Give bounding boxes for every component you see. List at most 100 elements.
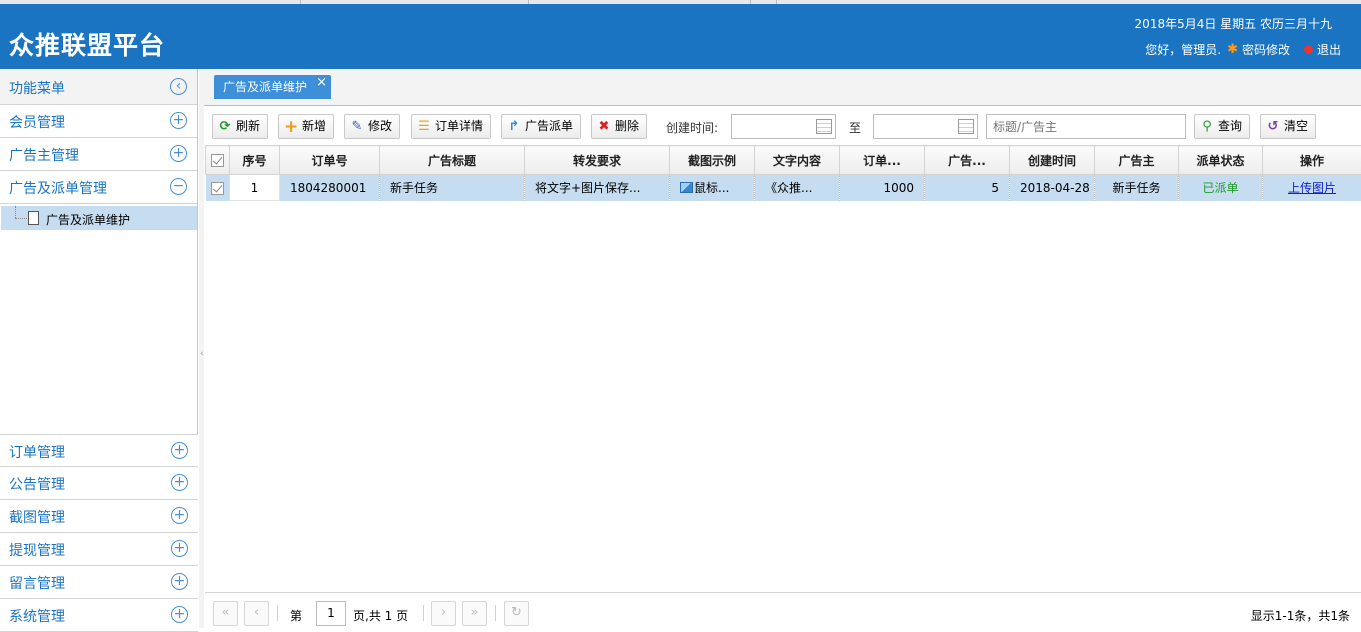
expand-icon[interactable]: + [170,112,187,129]
edit-button[interactable]: ✎ 修改 [344,114,400,139]
sidebar-item-label: 提现管理 [9,540,65,560]
add-button[interactable]: + 新增 [278,114,334,139]
sidebar-item-ads-dispatch[interactable]: 广告及派单管理 − [0,171,197,204]
app-title: 众推联盟平台 [9,26,165,62]
sidebar-item-label: 公告管理 [9,474,65,494]
pager-divider [423,605,424,621]
sidebar-item-label: 系统管理 [9,606,65,626]
cell-ad-title: 新手任务 [380,175,525,201]
expand-icon[interactable]: + [171,507,188,524]
calendar-icon[interactable] [816,119,832,134]
undo-icon: ↺ [1266,120,1280,134]
sidebar-item-label: 广告主管理 [9,145,79,165]
change-password-link[interactable]: 密码修改 [1242,41,1290,58]
edit-icon: ✎ [350,120,364,134]
select-all-checkbox[interactable] [206,146,230,175]
expand-icon[interactable]: + [171,573,188,590]
sidebar-lower-menu: 订单管理 + 公告管理 + 截图管理 + 提现管理 + 留言管理 + 系统管理 … [0,434,198,632]
sidebar-item-system[interactable]: 系统管理 + [0,599,198,632]
pagination-bar: « ‹ 第 1 页,共 1 页 › » ↻ 显示1-1条，共1条 [205,592,1361,628]
image-icon [680,182,693,193]
column-header[interactable]: 创建时间 [1010,146,1095,175]
column-header[interactable]: 操作 [1263,146,1361,175]
sidebar-item-withdrawals[interactable]: 提现管理 + [0,533,198,566]
close-icon[interactable]: × [316,71,327,95]
table-row[interactable]: 1 1804280001 新手任务 将文字+图片保存... 鼠标... 《众推.… [206,175,1361,201]
sidebar-subitem-label: 广告及派单维护 [46,211,130,228]
sidebar-item-label: 订单管理 [9,442,65,462]
column-header[interactable]: 广告标题 [380,146,525,175]
sidebar-header: 功能菜单 ‹ [0,69,197,105]
expand-icon[interactable]: + [170,145,187,162]
plus-icon: + [284,120,298,134]
logout-link[interactable]: 退出 [1317,41,1341,58]
sidebar-item-advertisers[interactable]: 广告主管理 + [0,138,197,171]
edit-label: 修改 [368,115,392,138]
tab-ads-maintenance[interactable]: 广告及派单维护 × [214,75,331,99]
date-to-input[interactable] [873,114,978,139]
created-time-label: 创建时间: [666,119,718,136]
collapse-icon[interactable]: − [170,178,187,195]
sidebar-item-label: 截图管理 [9,507,65,527]
cell-order-count: 1000 [840,175,925,201]
search-input[interactable] [986,114,1186,139]
row-index: 1 [230,175,280,201]
greeting-text: 您好，管理员. [1145,41,1221,58]
cell-action: 上传图片 [1263,175,1361,201]
column-header[interactable]: 订单号 [280,146,380,175]
row-checkbox[interactable] [206,175,230,201]
layout-splitter[interactable]: ‹ [199,69,204,628]
checkbox-icon [211,182,224,195]
upload-image-link[interactable]: 上传图片 [1288,181,1336,195]
sidebar-title: 功能菜单 [9,78,65,98]
gear-icon: ✱ [1227,42,1238,57]
date-from-input[interactable] [731,114,836,139]
column-header[interactable]: 截图示例 [670,146,755,175]
page-number-input[interactable]: 1 [316,601,346,626]
add-label: 新增 [302,115,326,138]
query-button[interactable]: ⚲ 查询 [1194,114,1250,139]
collapse-sidebar-icon[interactable]: ‹ [170,78,187,95]
delete-icon: ✖ [597,120,611,134]
dispatch-button[interactable]: ↱ 广告派单 [501,114,581,139]
order-detail-button[interactable]: ☰ 订单详情 [411,114,491,139]
column-header[interactable]: 序号 [230,146,280,175]
logout-icon [1304,45,1313,54]
reload-icon[interactable]: ↻ [504,601,529,626]
sidebar-subitem-ads-maintenance[interactable]: 广告及派单维护 [1,206,197,230]
cell-screenshot-text: 鼠标... [694,181,729,195]
sidebar-item-announcements[interactable]: 公告管理 + [0,467,198,500]
expand-icon[interactable]: + [171,606,188,623]
sidebar-item-orders[interactable]: 订单管理 + [0,434,198,467]
user-bar: 您好，管理员. ✱ 密码修改 退出 [1145,41,1341,58]
search-icon: ⚲ [1200,120,1214,134]
dispatch-label: 广告派单 [525,115,573,138]
refresh-button[interactable]: ⟳ 刷新 [212,114,268,139]
expand-icon[interactable]: + [171,474,188,491]
clear-button[interactable]: ↺ 清空 [1260,114,1316,139]
expand-icon[interactable]: + [171,442,188,459]
pager-divider [495,605,496,621]
column-header[interactable]: 广告主 [1095,146,1179,175]
calendar-icon[interactable] [958,119,974,134]
last-page-icon[interactable]: » [462,601,487,626]
table-header-row: 序号 订单号 广告标题 转发要求 截图示例 文字内容 订单... 广告... 创… [206,146,1361,175]
next-page-icon[interactable]: › [431,601,456,626]
column-header[interactable]: 广告... [925,146,1010,175]
expand-icon[interactable]: + [171,540,188,557]
column-header[interactable]: 订单... [840,146,925,175]
column-header[interactable]: 派单状态 [1179,146,1263,175]
delete-button[interactable]: ✖ 删除 [591,114,647,139]
sidebar-item-messages[interactable]: 留言管理 + [0,566,198,599]
first-page-icon[interactable]: « [213,601,238,626]
refresh-label: 刷新 [236,115,260,138]
column-header[interactable]: 文字内容 [755,146,840,175]
delete-label: 删除 [615,115,639,138]
sidebar-item-members[interactable]: 会员管理 + [0,105,197,138]
tab-bar: 广告及派单维护 × [204,69,1361,106]
column-header[interactable]: 转发要求 [525,146,670,175]
splitter-handle-icon: ‹ [200,349,204,359]
sidebar-item-screenshots[interactable]: 截图管理 + [0,500,198,533]
query-label: 查询 [1218,115,1242,138]
prev-page-icon[interactable]: ‹ [244,601,269,626]
